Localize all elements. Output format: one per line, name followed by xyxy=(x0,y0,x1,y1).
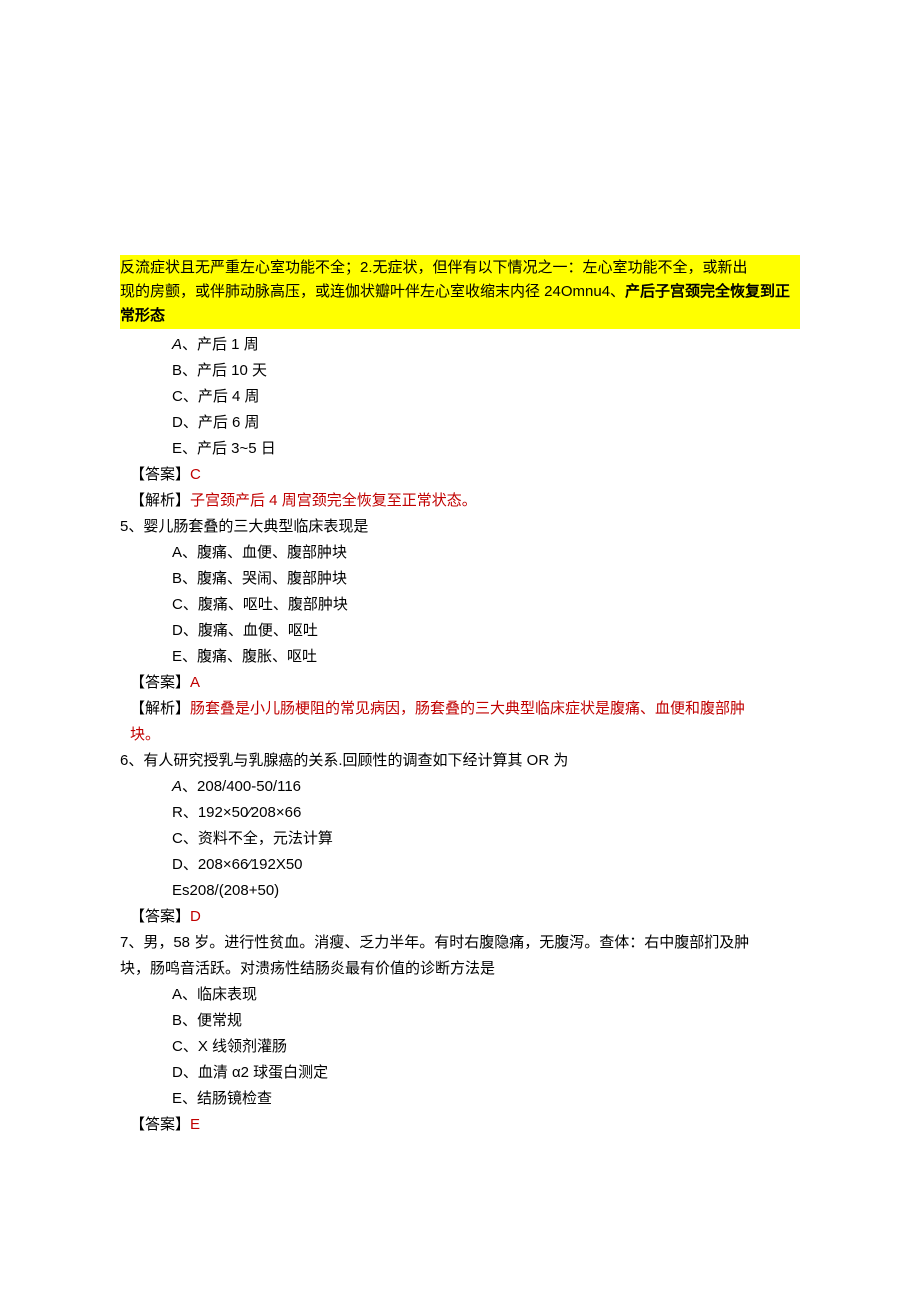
q6-option-a-label: A xyxy=(172,778,182,795)
q5-option-a: A、腹痛、血便、腹部肿块 xyxy=(120,541,800,565)
q4-option-a: A、产后 1 周 xyxy=(120,333,800,357)
q5-question: 5、婴儿肠套叠的三大典型临床表现是 xyxy=(120,515,800,539)
q6-answer-bracket: 【答案】 xyxy=(130,908,190,925)
q5-explanation-line2: 块。 xyxy=(120,723,800,747)
q4-explanation-bracket: 【解析】 xyxy=(130,492,190,509)
q6-question: 6、有人研究授乳与乳腺癌的关系.回顾性的调查如下经计算其 OR 为 xyxy=(120,749,800,773)
q7-option-b: B、便常规 xyxy=(120,1009,800,1033)
highlight-line-2-plain: 现的房颤，或伴肺动脉高压，或连伽状瓣叶伴左心室收缩末内径 24Omnu4、 xyxy=(120,283,625,300)
q4-option-d: D、产后 6 周 xyxy=(120,411,800,435)
q6-option-d: D、208×66⁄192X50 xyxy=(120,853,800,877)
q6-answer-letter: D xyxy=(190,908,201,925)
q5-option-c: C、腹痛、呕吐、腹部肿块 xyxy=(120,593,800,617)
q7-option-c: C、X 线领剂灌肠 xyxy=(120,1035,800,1059)
q5-answer-letter: A xyxy=(190,674,200,691)
q7-question-line2: 块，肠鸣音活跃。对溃疡性结肠炎最有价值的诊断方法是 xyxy=(120,957,800,981)
q5-explanation-bracket: 【解析】 xyxy=(130,700,190,717)
q6-answer: 【答案】D xyxy=(120,905,800,929)
q7-question-line1: 7、男，58 岁。进行性贫血。消瘦、乏力半年。有时右腹隐痛，无腹泻。查体：右中腹… xyxy=(120,931,800,955)
q7-answer-bracket: 【答案】 xyxy=(130,1116,190,1133)
q4-explanation-text: 子宫颈产后 4 周宫颈完全恢复至正常状态。 xyxy=(190,492,477,509)
q7-option-a: A、临床表现 xyxy=(120,983,800,1007)
q4-answer-bracket: 【答案】 xyxy=(130,466,190,483)
q4-option-c: C、产后 4 周 xyxy=(120,385,800,409)
q7-answer-letter: E xyxy=(190,1116,200,1133)
q7-answer: 【答案】E xyxy=(120,1113,800,1137)
q5-answer: 【答案】A xyxy=(120,671,800,695)
q5-explanation-line1: 【解析】肠套叠是小儿肠梗阻的常见病因，肠套叠的三大典型临床症状是腹痛、血便和腹部… xyxy=(120,697,800,721)
q4-option-a-text: 、产后 1 周 xyxy=(182,336,259,353)
q5-option-b: B、腹痛、哭闹、腹部肿块 xyxy=(120,567,800,591)
q6-option-a-text: 、208/400-50/116 xyxy=(182,778,301,795)
q6-option-c: C、资料不全，元法计算 xyxy=(120,827,800,851)
q7-option-d: D、血清 α2 球蛋白测定 xyxy=(120,1061,800,1085)
q4-answer-letter: C xyxy=(190,466,201,483)
q6-option-e: Es208/(208+50) xyxy=(120,879,800,903)
q6-option-a: A、208/400-50/116 xyxy=(120,775,800,799)
q5-option-e: E、腹痛、腹胀、呕吐 xyxy=(120,645,800,669)
q4-option-e: E、产后 3~5 日 xyxy=(120,437,800,461)
highlighted-passage: 反流症状且无严重左心室功能不全；2.无症状，但伴有以下情况之一：左心室功能不全，… xyxy=(120,255,800,329)
q6-option-b: R、192×50⁄208×66 xyxy=(120,801,800,825)
q7-option-e: E、结肠镜检查 xyxy=(120,1087,800,1111)
highlight-line-1: 反流症状且无严重左心室功能不全；2.无症状，但伴有以下情况之一：左心室功能不全，… xyxy=(120,256,800,280)
document-page: 反流症状且无严重左心室功能不全；2.无症状，但伴有以下情况之一：左心室功能不全，… xyxy=(0,0,920,1301)
highlight-line-2: 现的房颤，或伴肺动脉高压，或连伽状瓣叶伴左心室收缩末内径 24Omnu4、产后子… xyxy=(120,280,800,328)
q4-option-b: B、产后 10 天 xyxy=(120,359,800,383)
q5-explanation-text-1: 肠套叠是小儿肠梗阻的常见病因，肠套叠的三大典型临床症状是腹痛、血便和腹部肿 xyxy=(190,700,745,717)
q4-option-a-label: A xyxy=(172,336,182,353)
q5-answer-bracket: 【答案】 xyxy=(130,674,190,691)
q5-option-d: D、腹痛、血便、呕吐 xyxy=(120,619,800,643)
q4-explanation: 【解析】子宫颈产后 4 周宫颈完全恢复至正常状态。 xyxy=(120,489,800,513)
q4-answer: 【答案】C xyxy=(120,463,800,487)
